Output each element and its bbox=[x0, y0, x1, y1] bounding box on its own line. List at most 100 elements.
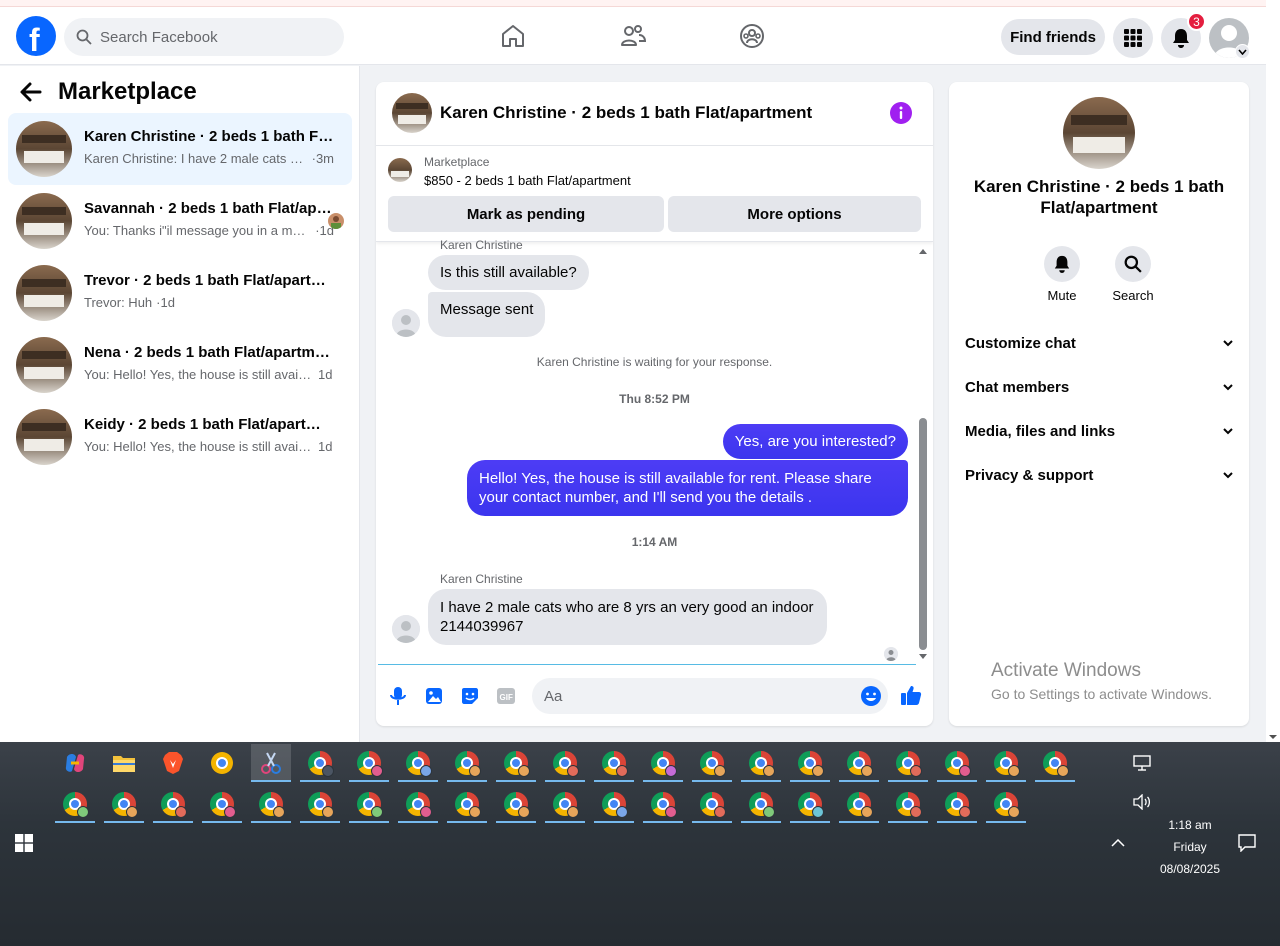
chrome-profile-icon[interactable] bbox=[594, 744, 634, 782]
system-clock[interactable]: 1:18 am Friday 08/08/2025 bbox=[1150, 814, 1230, 880]
chrome-profile-icon[interactable] bbox=[888, 785, 928, 823]
copilot-app-icon[interactable] bbox=[55, 744, 95, 782]
chrome-profile-icon[interactable] bbox=[692, 744, 732, 782]
notification-center-icon[interactable] bbox=[1227, 824, 1267, 862]
chrome-profile-icon[interactable] bbox=[545, 744, 585, 782]
conversation-item[interactable]: Nena · 2 beds 1 bath Flat/apartment You:… bbox=[8, 329, 352, 401]
bell-icon bbox=[1054, 255, 1070, 273]
chrome-profile-icon[interactable] bbox=[398, 744, 438, 782]
snipping-tool-icon[interactable] bbox=[251, 744, 291, 782]
chrome-profile-icon[interactable] bbox=[300, 744, 340, 782]
grid-icon bbox=[1124, 29, 1142, 47]
chat-info-avatar[interactable] bbox=[1063, 97, 1135, 169]
mute-action[interactable]: Mute bbox=[1027, 246, 1097, 303]
chrome-profile-icon[interactable] bbox=[692, 785, 732, 823]
facebook-logo-icon[interactable]: f bbox=[16, 16, 56, 56]
file-explorer-icon[interactable] bbox=[104, 744, 144, 782]
conversation-preview: Karen Christine: I have 2 male cats who … bbox=[84, 151, 308, 166]
chrome-profile-icon[interactable] bbox=[643, 744, 683, 782]
chrome-profile-icon[interactable] bbox=[251, 785, 291, 823]
chrome-profile-icon[interactable] bbox=[937, 785, 977, 823]
menu-grid-button[interactable] bbox=[1113, 18, 1153, 58]
message-bubble[interactable]: I have 2 male cats who are 8 yrs an very… bbox=[428, 589, 827, 645]
chrome-profile-icon[interactable] bbox=[790, 785, 830, 823]
chrome-profile-icon[interactable] bbox=[153, 785, 193, 823]
chrome-profile-icon[interactable] bbox=[594, 785, 634, 823]
chrome-profile-icon[interactable] bbox=[349, 744, 389, 782]
chrome-profile-icon[interactable] bbox=[986, 785, 1026, 823]
media-files-links-section[interactable]: Media, files and links bbox=[957, 411, 1241, 451]
conversation-item[interactable]: Savannah · 2 beds 1 bath Flat/apartment … bbox=[8, 185, 352, 257]
page-scrollbar[interactable] bbox=[1266, 0, 1280, 742]
conversation-item[interactable]: Trevor · 2 beds 1 bath Flat/apartment Tr… bbox=[8, 257, 352, 329]
chrome-profile-icon[interactable] bbox=[937, 744, 977, 782]
photo-icon[interactable] bbox=[423, 685, 445, 707]
chrome-profile-icon[interactable] bbox=[349, 785, 389, 823]
message-input[interactable] bbox=[532, 678, 888, 714]
svg-text:GIF: GIF bbox=[500, 693, 513, 702]
message-composer: GIF bbox=[376, 665, 933, 726]
windows-start-icon[interactable] bbox=[4, 824, 44, 862]
info-icon[interactable] bbox=[890, 102, 912, 124]
gif-icon[interactable]: GIF bbox=[495, 685, 517, 707]
chrome-profile-icon[interactable] bbox=[741, 785, 781, 823]
scrollbar-thumb[interactable] bbox=[919, 418, 927, 650]
chevron-up-icon[interactable] bbox=[1098, 824, 1138, 862]
groups-icon[interactable] bbox=[738, 22, 766, 50]
chrome-profile-icon[interactable] bbox=[1035, 744, 1075, 782]
conversation-item[interactable]: Karen Christine · 2 beds 1 bath Flat/apa… bbox=[8, 113, 352, 185]
message-bubble[interactable]: Yes, are you interested? bbox=[722, 424, 908, 459]
home-icon[interactable] bbox=[499, 22, 527, 50]
windows-taskbar bbox=[0, 742, 1280, 946]
message-bubble[interactable]: Hello! Yes, the house is still available… bbox=[467, 460, 908, 516]
listing-thumbnail bbox=[388, 158, 412, 182]
listing-price[interactable]: $850 - 2 beds 1 bath Flat/apartment bbox=[424, 173, 631, 188]
chrome-profile-icon[interactable] bbox=[741, 744, 781, 782]
chrome-profile-icon[interactable] bbox=[496, 744, 536, 782]
message-bubble[interactable]: Message sent bbox=[428, 292, 546, 337]
search-action[interactable]: Search bbox=[1098, 246, 1168, 303]
chat-title[interactable]: Karen Christine · 2 beds 1 bath Flat/apa… bbox=[440, 103, 812, 123]
privacy-support-section[interactable]: Privacy & support bbox=[957, 455, 1241, 495]
brave-browser-icon[interactable] bbox=[153, 744, 193, 782]
conversation-item[interactable]: Keidy · 2 beds 1 bath Flat/apartment You… bbox=[8, 401, 352, 473]
chrome-profile-icon[interactable] bbox=[888, 744, 928, 782]
chat-avatar[interactable] bbox=[392, 93, 432, 133]
emoji-icon[interactable] bbox=[860, 685, 882, 707]
chrome-profile-icon[interactable] bbox=[643, 785, 683, 823]
chrome-profile-icon[interactable] bbox=[447, 785, 487, 823]
friends-icon[interactable] bbox=[619, 22, 647, 50]
chrome-profile-icon[interactable] bbox=[300, 785, 340, 823]
back-arrow-icon[interactable] bbox=[18, 79, 44, 105]
chrome-profile-icon[interactable] bbox=[545, 785, 585, 823]
chrome-canary-icon[interactable] bbox=[202, 744, 242, 782]
conversation-time: 1d bbox=[318, 367, 333, 382]
sticker-icon[interactable] bbox=[459, 685, 481, 707]
chevron-down-icon[interactable] bbox=[1235, 44, 1250, 59]
mark-as-pending-button[interactable]: Mark as pending bbox=[388, 196, 664, 232]
chrome-profile-icon[interactable] bbox=[839, 744, 879, 782]
find-friends-button[interactable]: Find friends bbox=[1001, 19, 1105, 55]
chrome-profile-icon[interactable] bbox=[790, 744, 830, 782]
chrome-profile-icon[interactable] bbox=[202, 785, 242, 823]
more-options-button[interactable]: More options bbox=[668, 196, 921, 232]
customize-chat-section[interactable]: Customize chat bbox=[957, 323, 1241, 363]
chrome-profile-icon[interactable] bbox=[104, 785, 144, 823]
chat-members-section[interactable]: Chat members bbox=[957, 367, 1241, 407]
like-thumb-icon[interactable] bbox=[899, 683, 922, 705]
message-bubble[interactable]: Is this still available? bbox=[428, 255, 589, 290]
chrome-profile-icon[interactable] bbox=[839, 785, 879, 823]
chrome-profile-icon[interactable] bbox=[986, 744, 1026, 782]
sender-name: Karen Christine bbox=[440, 238, 523, 252]
network-icon[interactable] bbox=[1122, 744, 1162, 782]
watermark-subtitle: Go to Settings to activate Windows. bbox=[991, 686, 1212, 702]
search-bar[interactable]: Search Facebook bbox=[64, 18, 344, 56]
page-title: Marketplace bbox=[58, 78, 197, 105]
chrome-profile-icon[interactable] bbox=[398, 785, 438, 823]
chrome-profile-icon[interactable] bbox=[496, 785, 536, 823]
microphone-icon[interactable] bbox=[387, 685, 409, 707]
chrome-profile-icon[interactable] bbox=[55, 785, 95, 823]
section-label: Media, files and links bbox=[965, 422, 1116, 440]
chrome-profile-icon[interactable] bbox=[447, 744, 487, 782]
conversation-preview: You: Thanks i"il message you in a moment bbox=[84, 223, 312, 238]
